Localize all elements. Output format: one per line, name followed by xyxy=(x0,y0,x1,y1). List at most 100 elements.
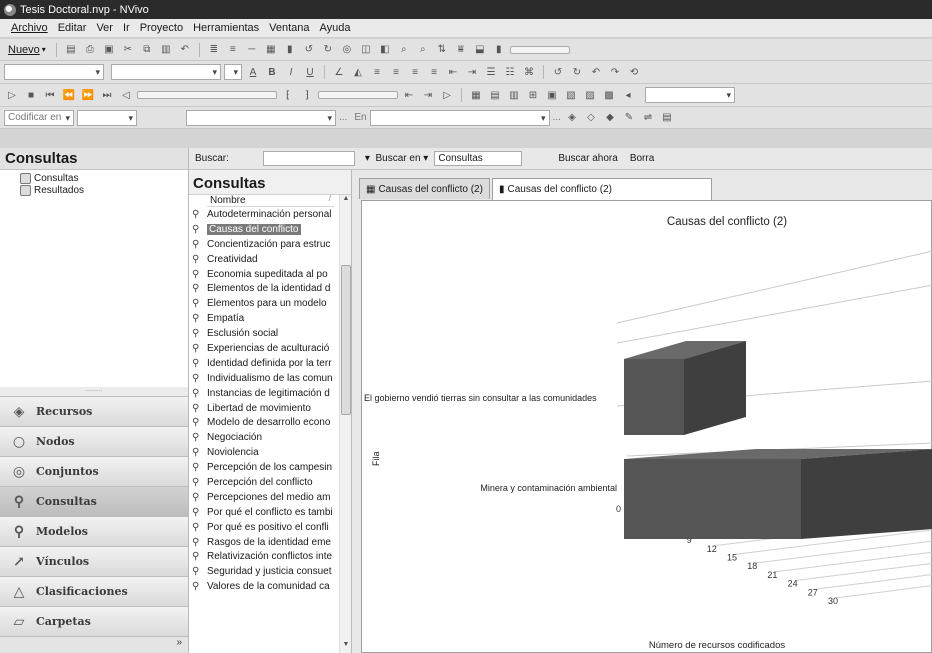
rotate-left-icon[interactable]: ↺ xyxy=(301,43,317,57)
paste-icon[interactable]: ▥ xyxy=(158,43,174,57)
list-item[interactable]: ⚲ Percepción del conflicto xyxy=(189,475,339,490)
line-color-icon[interactable]: ∠ xyxy=(331,65,347,79)
save-icon[interactable]: ▤ xyxy=(63,43,79,57)
pane-splitter[interactable]: ......... xyxy=(0,386,188,397)
nav-button-nodos[interactable]: ○ Nodos xyxy=(0,427,188,457)
font-combo[interactable] xyxy=(111,64,221,80)
menu-herramientas[interactable]: Herramientas xyxy=(188,22,264,34)
stop-icon[interactable]: ■ xyxy=(23,88,39,102)
filter-icon[interactable]: ⩸ xyxy=(453,43,469,57)
bar-chart-icon[interactable]: ▮ xyxy=(282,43,298,57)
menu-ventana[interactable]: Ventana xyxy=(264,22,314,34)
menu-proyecto[interactable]: Proyecto xyxy=(135,22,188,34)
find-icon[interactable]: ⌘ xyxy=(521,65,537,79)
align-icon[interactable]: ≣ xyxy=(206,43,222,57)
new-button[interactable]: Nuevo ▾ xyxy=(4,44,50,56)
tab-chart-result[interactable]: ▮ Causas del conflicto (2) xyxy=(491,178,712,200)
list-item[interactable]: ⚲ Economia supeditada al po xyxy=(189,267,339,282)
justify-icon[interactable]: ≡ xyxy=(426,65,442,79)
list-item[interactable]: ⚲ Percepción de los campesin xyxy=(189,460,339,475)
nav-button-carpetas[interactable]: ▱ Carpetas xyxy=(0,607,188,637)
list-item[interactable]: ⚲ Seguridad y justicia consuet xyxy=(189,564,339,579)
indent-icon[interactable]: ≡ xyxy=(225,43,241,57)
zoom-out-icon[interactable]: ⌕ xyxy=(415,43,431,57)
align-center-icon[interactable]: ≡ xyxy=(388,65,404,79)
list-scrollbar[interactable]: ▲ ▼ xyxy=(339,195,351,653)
skip-back-icon[interactable]: ⏮ xyxy=(42,88,58,102)
rotate-icon[interactable]: ↻ xyxy=(569,65,585,79)
list-item[interactable]: ⚲ Elementos de la identidad d xyxy=(189,281,339,296)
uncode-icon[interactable]: ◇ xyxy=(583,111,599,125)
list-item[interactable]: ⚲ Percepciones del medio am xyxy=(189,490,339,505)
en-combo[interactable] xyxy=(369,109,550,126)
media-position-slider[interactable] xyxy=(137,91,277,99)
list-item[interactable]: ⚲ Negociación xyxy=(189,430,339,445)
annotate-icon[interactable]: ✎ xyxy=(621,111,637,125)
list-item[interactable]: ⚲ Identidad definida por la terr xyxy=(189,356,339,371)
chart-options-icon[interactable]: ▮ xyxy=(491,43,507,57)
rewind-icon[interactable]: ⏪ xyxy=(61,88,77,102)
code-in-type-combo[interactable] xyxy=(77,109,137,126)
numbering-icon[interactable]: ☷ xyxy=(502,65,518,79)
tree-item-consultas[interactable]: Consultas xyxy=(20,172,188,184)
menu-editar[interactable]: Editar xyxy=(53,22,92,34)
tree-item-resultados[interactable]: Resultados xyxy=(20,184,188,196)
list-item[interactable]: ⚲ Por qué el conflicto es tambi xyxy=(189,505,339,520)
list-item[interactable]: ⚲ Esclusión social xyxy=(189,326,339,341)
play-mode-icon[interactable]: ▷ xyxy=(439,88,455,102)
new-node-icon[interactable]: ◆ xyxy=(602,111,618,125)
nav-button-recursos[interactable]: ◈ Recursos xyxy=(0,397,188,427)
tilt-right-icon[interactable]: ↷ xyxy=(607,65,623,79)
chart-type-icon[interactable]: ▦ xyxy=(263,43,279,57)
zoom-slider[interactable] xyxy=(509,45,570,54)
mark-start-icon[interactable]: ⁅ xyxy=(280,88,296,102)
print-icon[interactable]: ⎙ xyxy=(82,43,98,57)
audio-icon[interactable]: ◂ xyxy=(620,88,636,102)
nav-button-vinculos[interactable]: ↗ Vínculos xyxy=(0,547,188,577)
bold-icon[interactable]: B xyxy=(264,65,280,79)
row-icon[interactable]: ▩ xyxy=(601,88,617,102)
underline-icon[interactable]: U xyxy=(302,65,318,79)
list-item[interactable]: ⚲ Individualismo de las comun xyxy=(189,371,339,386)
reset-icon[interactable]: ◎ xyxy=(339,43,355,57)
insert-row-icon[interactable]: ▤ xyxy=(487,88,503,102)
align-left-icon[interactable]: ≡ xyxy=(369,65,385,79)
list-item[interactable]: ⚲ Instancias de legitimación d xyxy=(189,386,339,401)
skip-forward-icon[interactable]: ⏭ xyxy=(99,88,115,102)
scroll-down-icon[interactable]: ▼ xyxy=(340,641,352,653)
menu-archivo[interactable]: Archivo xyxy=(6,22,53,34)
search-in-field[interactable]: Consultas xyxy=(434,151,523,166)
scroll-thumb[interactable] xyxy=(341,265,351,415)
configure-buttons-icon[interactable]: » xyxy=(0,637,188,653)
column-header-nombre[interactable]: Nombre xyxy=(207,194,334,207)
list-item[interactable]: ⚲ Creatividad xyxy=(189,252,339,267)
code-node-combo[interactable] xyxy=(186,109,336,126)
menu-ir[interactable]: Ir xyxy=(118,22,135,34)
print-preview-icon[interactable]: ▣ xyxy=(101,43,117,57)
volume-icon[interactable]: ◁ xyxy=(118,88,134,102)
list-item[interactable]: ⚲ Experiencias de aculturació xyxy=(189,341,339,356)
tilt-left-icon[interactable]: ↶ xyxy=(588,65,604,79)
search-input[interactable] xyxy=(262,151,355,166)
scroll-up-icon[interactable]: ▲ xyxy=(340,195,352,207)
table-icon[interactable]: ▦ xyxy=(468,88,484,102)
list-item[interactable]: ⚲ Empatía xyxy=(189,311,339,326)
increase-indent-icon[interactable]: ⇥ xyxy=(464,65,480,79)
fill-color-icon[interactable]: ◭ xyxy=(350,65,366,79)
memo-icon[interactable]: ▤ xyxy=(659,111,675,125)
search-now-button[interactable]: Buscar ahora xyxy=(558,153,617,164)
decrease-indent-icon[interactable]: ⇤ xyxy=(445,65,461,79)
undo-icon[interactable]: ↶ xyxy=(177,43,193,57)
font-size-combo[interactable] xyxy=(224,64,242,80)
sort-icon[interactable]: ⇅ xyxy=(434,43,450,57)
link-icon[interactable]: ⇌ xyxy=(640,111,656,125)
list-item[interactable]: ⚲ Relativización conflictos inte xyxy=(189,549,339,564)
view-icon[interactable]: ◫ xyxy=(358,43,374,57)
spell-icon[interactable]: ↺ xyxy=(550,65,566,79)
code-in-combo[interactable]: Codificar en xyxy=(4,109,74,126)
play-icon[interactable]: ▷ xyxy=(4,88,20,102)
zoom-in-icon[interactable]: ⌕ xyxy=(396,43,412,57)
nav-button-modelos[interactable]: ⚲ Modelos xyxy=(0,517,188,547)
cell-icon[interactable]: ▨ xyxy=(582,88,598,102)
span-left-icon[interactable]: ⇤ xyxy=(401,88,417,102)
